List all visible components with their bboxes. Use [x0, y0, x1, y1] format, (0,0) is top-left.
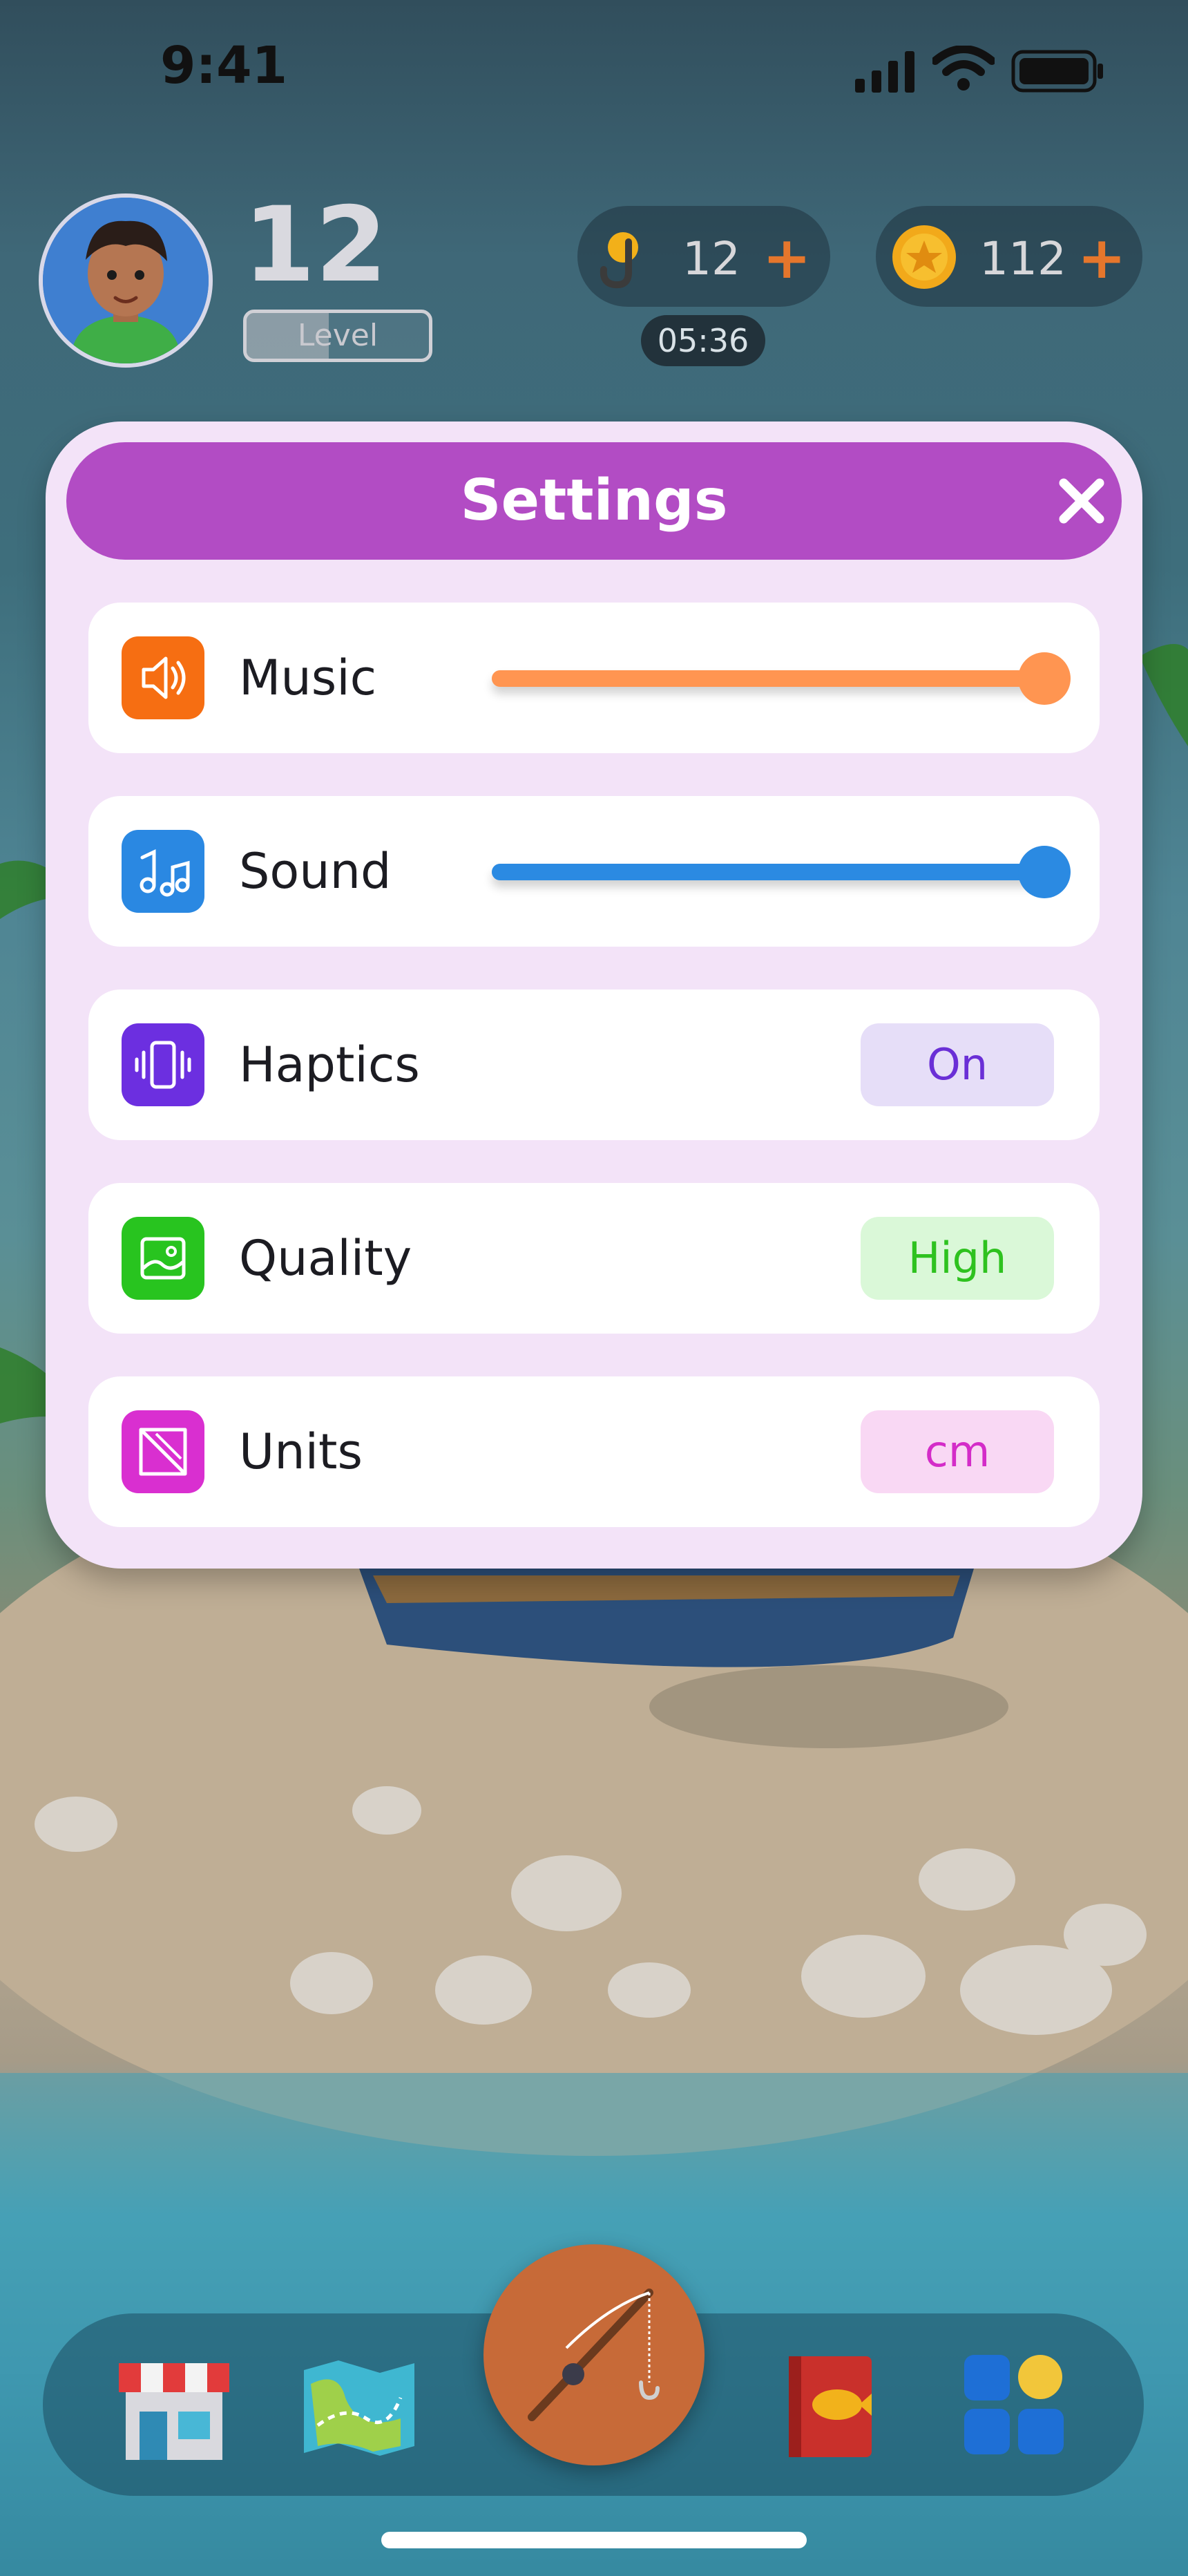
sound-slider[interactable]: [492, 846, 1071, 898]
home-indicator[interactable]: [381, 2532, 807, 2548]
music-slider-knob[interactable]: [1018, 652, 1071, 705]
avatar-character-icon: [43, 198, 209, 363]
haptics-toggle[interactable]: On: [861, 1023, 1054, 1106]
quality-label: Quality: [239, 1230, 412, 1287]
add-coins-button[interactable]: +: [1077, 224, 1126, 292]
sound-label: Sound: [239, 843, 392, 900]
battery-icon: [1011, 50, 1103, 93]
coin-icon: [892, 225, 956, 289]
wifi-icon: [932, 46, 995, 91]
settings-dialog: Settings Music Sound Haptics On Quality …: [46, 422, 1142, 1569]
cast-fishing-button[interactable]: [483, 2244, 705, 2465]
settings-row-units: Units cm: [88, 1376, 1100, 1527]
fish-book-icon[interactable]: [768, 2342, 892, 2467]
bait-counter[interactable]: 12 +: [577, 206, 830, 307]
fishing-rod-icon: [528, 2289, 660, 2421]
quality-select[interactable]: High: [861, 1217, 1054, 1300]
bait-refill-timer: 05:36: [641, 315, 765, 366]
speaker-icon: [122, 636, 204, 719]
map-icon[interactable]: [297, 2342, 421, 2467]
music-label: Music: [239, 650, 377, 706]
close-icon[interactable]: [1054, 473, 1109, 529]
settings-row-music: Music: [88, 603, 1100, 753]
vibrate-icon: [122, 1023, 204, 1106]
units-label: Units: [239, 1423, 363, 1480]
settings-title: Settings: [460, 468, 728, 533]
more-apps-icon[interactable]: [952, 2342, 1076, 2467]
music-slider[interactable]: [492, 652, 1071, 705]
sound-slider-fill: [492, 864, 1044, 880]
settings-row-quality: Quality High: [88, 1183, 1100, 1334]
player-level: 12: [243, 185, 387, 305]
settings-row-sound: Sound: [88, 796, 1100, 947]
avatar[interactable]: [39, 193, 213, 368]
haptics-label: Haptics: [239, 1036, 420, 1093]
image-icon: [122, 1217, 204, 1300]
settings-row-haptics: Haptics On: [88, 989, 1100, 1140]
music-slider-fill: [492, 670, 1044, 687]
bait-hook-icon: [600, 232, 638, 289]
status-time: 9:41: [160, 36, 288, 95]
add-bait-button[interactable]: +: [763, 224, 811, 292]
units-select[interactable]: cm: [861, 1410, 1054, 1493]
coin-count: 112: [979, 232, 1066, 285]
sound-slider-knob[interactable]: [1018, 846, 1071, 898]
level-label: Level: [297, 318, 379, 353]
status-bar: 9:41: [0, 0, 1188, 138]
shop-icon[interactable]: [112, 2342, 236, 2467]
ruler-icon: [122, 1410, 204, 1493]
music-notes-icon: [122, 830, 204, 913]
settings-header: Settings: [66, 442, 1122, 560]
cellular-signal-icon: [855, 51, 914, 93]
level-progress-bar: Level: [243, 310, 432, 362]
coin-counter[interactable]: 112 +: [876, 206, 1142, 307]
bait-count: 12: [682, 232, 740, 285]
